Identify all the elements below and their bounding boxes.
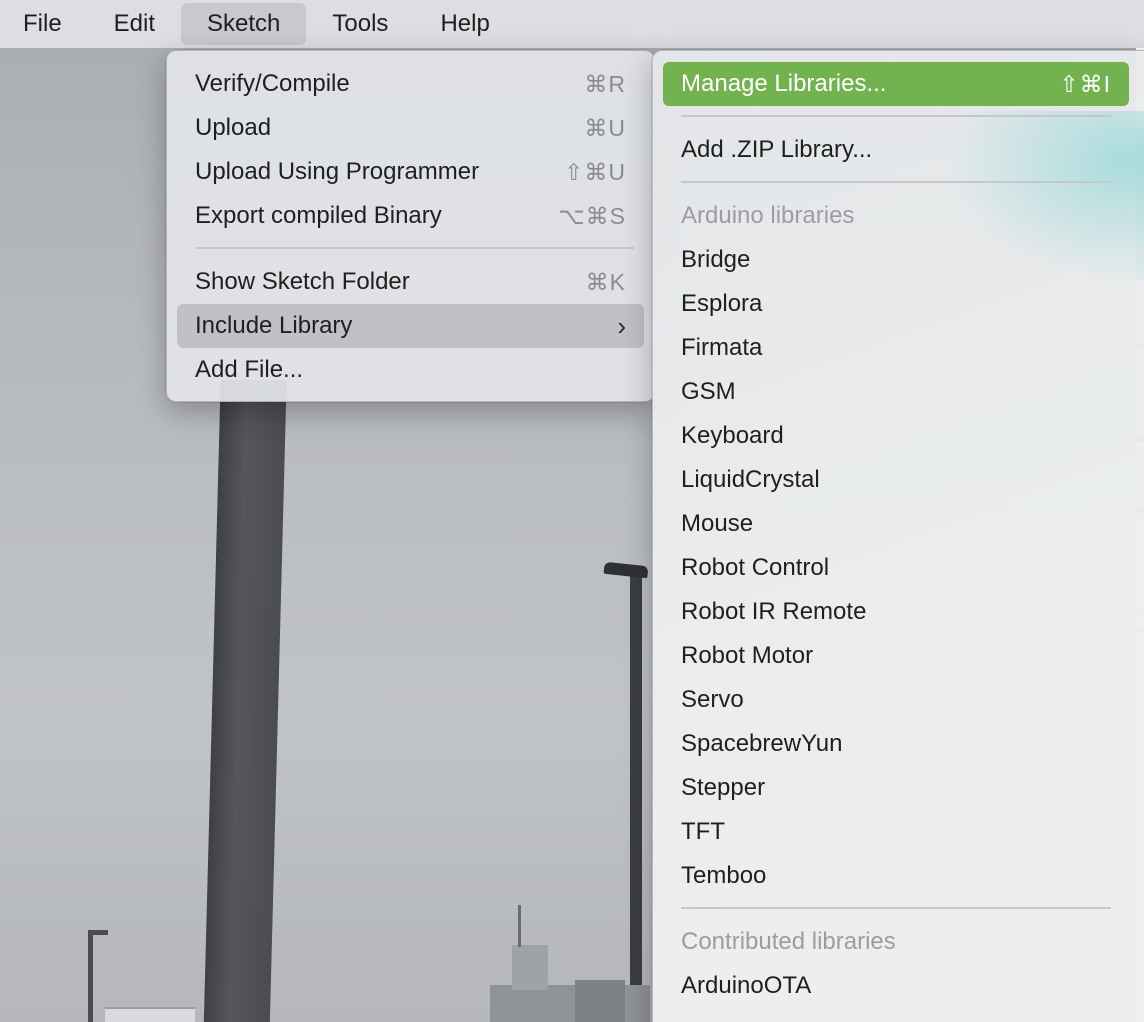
section-header-arduino-libraries: Arduino libraries: [663, 194, 1129, 238]
library-item-robot-control[interactable]: Robot Control: [663, 546, 1129, 590]
library-item-bridge[interactable]: Bridge: [663, 238, 1129, 282]
menu-item-label: Add .ZIP Library...: [681, 136, 873, 163]
menu-item-add-zip-library[interactable]: Add .ZIP Library...: [663, 128, 1129, 172]
background-street-lamp: [630, 570, 642, 1022]
background-street-lamp-head: [603, 561, 649, 579]
menu-item-verify-compile[interactable]: Verify/Compile ⌘R: [177, 62, 644, 106]
background-pole: [203, 380, 287, 1022]
shortcut-label: ⌥⌘S: [558, 202, 626, 229]
menu-item-label: LiquidCrystal: [681, 466, 820, 493]
background-street-lamp-small: [88, 932, 93, 1022]
menu-item-label: Firmata: [681, 334, 763, 361]
background-building-low: [105, 1007, 195, 1022]
library-item-liquidcrystal[interactable]: LiquidCrystal: [663, 458, 1129, 502]
library-item-robot-ir-remote[interactable]: Robot IR Remote: [663, 590, 1129, 634]
menu-item-show-sketch-folder[interactable]: Show Sketch Folder ⌘K: [177, 260, 644, 304]
library-item-stepper[interactable]: Stepper: [663, 766, 1129, 810]
library-item-keyboard[interactable]: Keyboard: [663, 414, 1129, 458]
menu-item-label: Servo: [681, 686, 744, 713]
shortcut-label: ⌘K: [585, 268, 626, 295]
menu-item-include-library[interactable]: Include Library ›: [177, 304, 644, 348]
include-library-submenu: Manage Libraries... ⇧⌘I Add .ZIP Library…: [652, 50, 1144, 1022]
library-item-firmata[interactable]: Firmata: [663, 326, 1129, 370]
menu-file[interactable]: File: [0, 3, 88, 45]
menu-separator: [681, 907, 1111, 909]
menu-item-upload-using-programmer[interactable]: Upload Using Programmer ⇧⌘U: [177, 150, 644, 194]
chevron-right-icon: ›: [617, 310, 626, 341]
library-item-spacebrewyun[interactable]: SpacebrewYun: [663, 722, 1129, 766]
menu-item-label: Robot IR Remote: [681, 598, 867, 625]
background-street-lamp-small-head: [88, 930, 108, 935]
background-building-tower: [512, 945, 548, 990]
background-building-right: [575, 980, 625, 1022]
menu-item-manage-libraries[interactable]: Manage Libraries... ⇧⌘I: [663, 62, 1129, 106]
menu-item-upload[interactable]: Upload ⌘U: [177, 106, 644, 150]
menu-item-add-file[interactable]: Add File...: [177, 348, 644, 392]
library-item-mouse[interactable]: Mouse: [663, 502, 1129, 546]
menu-item-label: ArduinoOTA: [681, 972, 812, 999]
shortcut-label: ⌘R: [584, 70, 626, 97]
menu-edit[interactable]: Edit: [88, 3, 181, 45]
section-header-contributed-libraries: Contributed libraries: [663, 920, 1129, 964]
menu-item-label: Mouse: [681, 510, 754, 537]
menu-item-export-compiled-binary[interactable]: Export compiled Binary ⌥⌘S: [177, 194, 644, 238]
menu-item-label: SpacebrewYun: [681, 730, 843, 757]
menu-item-label: Keyboard: [681, 422, 784, 449]
library-item-servo[interactable]: Servo: [663, 678, 1129, 722]
menu-item-label: Bridge: [681, 246, 751, 273]
menu-help[interactable]: Help: [414, 3, 515, 45]
background-building: [490, 985, 650, 1022]
section-header-label: Contributed libraries: [681, 928, 896, 955]
menu-separator: [681, 181, 1111, 183]
shortcut-label: ⇧⌘U: [564, 158, 626, 185]
menu-item-label: Temboo: [681, 862, 767, 889]
menu-item-label: Stepper: [681, 774, 766, 801]
library-item-robot-motor[interactable]: Robot Motor: [663, 634, 1129, 678]
menu-item-label: Robot Control: [681, 554, 830, 581]
menu-sketch[interactable]: Sketch: [181, 3, 307, 45]
menu-separator: [681, 115, 1111, 117]
menu-item-label: Manage Libraries...: [681, 70, 887, 97]
section-header-label: Arduino libraries: [681, 202, 855, 229]
menu-item-label: Include Library: [195, 312, 353, 339]
menu-tools[interactable]: Tools: [306, 3, 414, 45]
library-item-arduinoota[interactable]: ArduinoOTA: [663, 964, 1129, 1008]
menu-item-label: Robot Motor: [681, 642, 814, 669]
library-item-temboo[interactable]: Temboo: [663, 854, 1129, 898]
shortcut-label: ⇧⌘I: [1059, 70, 1111, 97]
menu-item-label: Esplora: [681, 290, 763, 317]
shortcut-label: ⌘U: [584, 114, 626, 141]
menu-item-label: Upload Using Programmer: [195, 158, 480, 185]
menu-item-label: Upload: [195, 114, 272, 141]
menu-item-label: Verify/Compile: [195, 70, 350, 97]
menu-separator: [195, 247, 634, 249]
library-item-gsm[interactable]: GSM: [663, 370, 1129, 414]
menu-item-label: Show Sketch Folder: [195, 268, 410, 295]
background-antenna: [518, 905, 521, 947]
library-item-tft[interactable]: TFT: [663, 810, 1129, 854]
library-item-esplora[interactable]: Esplora: [663, 282, 1129, 326]
menu-item-label: GSM: [681, 378, 736, 405]
sketch-menu: Verify/Compile ⌘R Upload ⌘U Upload Using…: [166, 50, 655, 402]
screen: File Edit Sketch Tools Help Verify/Compi…: [0, 0, 1144, 1022]
menu-item-label: TFT: [681, 818, 725, 845]
menu-bar: File Edit Sketch Tools Help: [0, 0, 1144, 48]
menu-item-label: Export compiled Binary: [195, 202, 442, 229]
menu-item-label: Add File...: [195, 356, 304, 383]
